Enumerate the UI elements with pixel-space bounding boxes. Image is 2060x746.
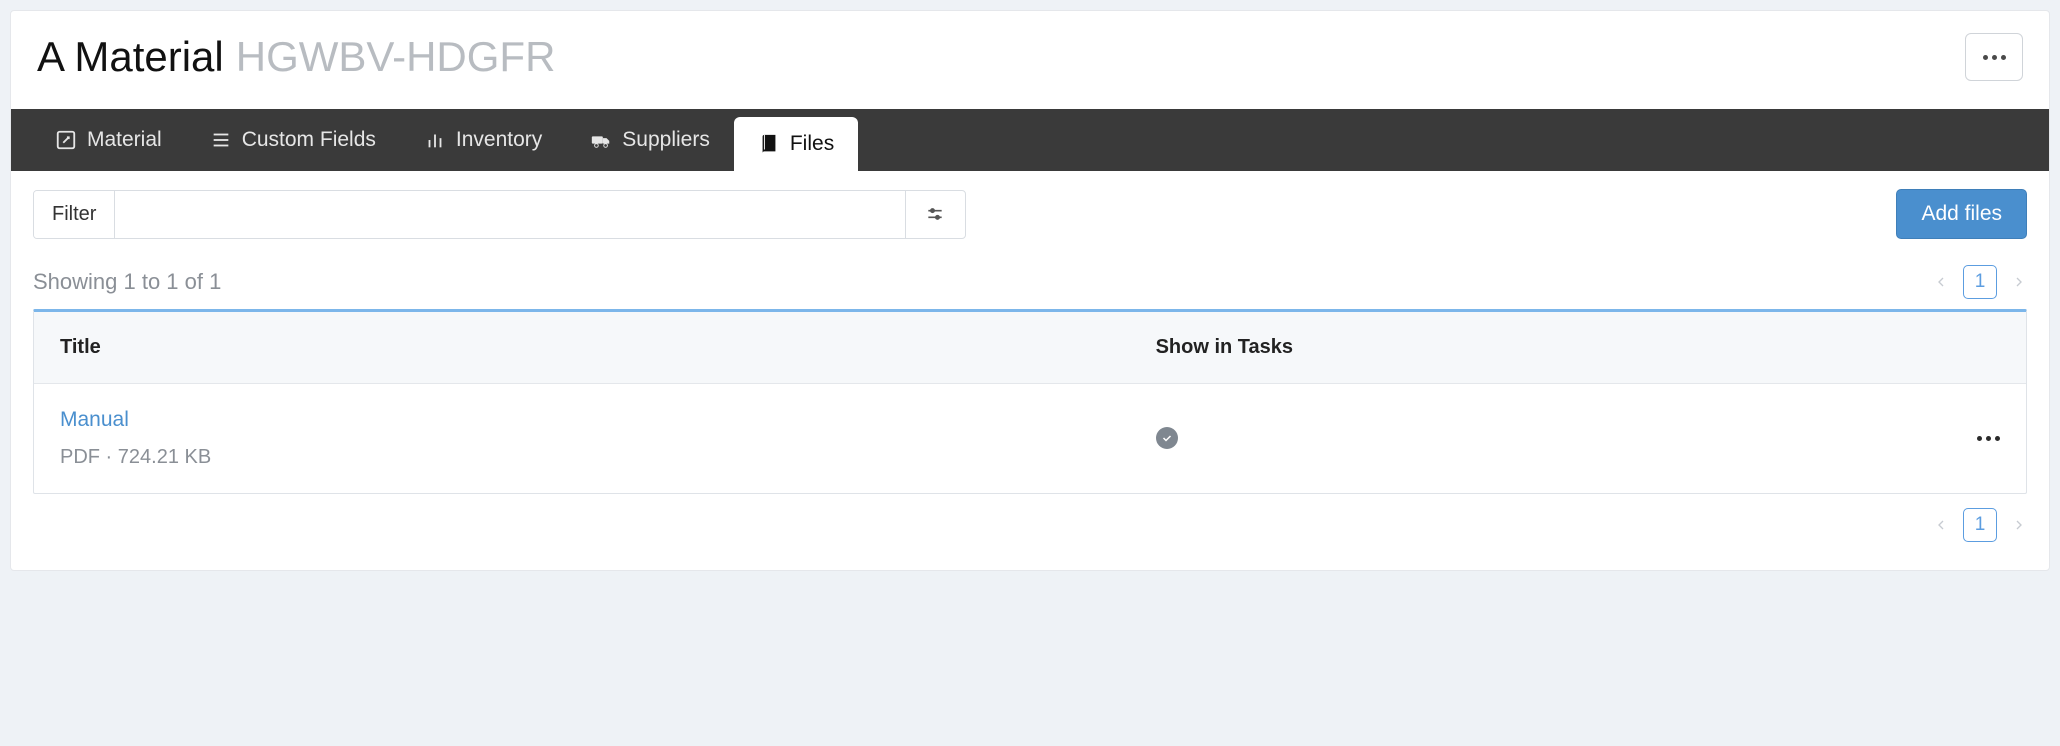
tab-bar: Material Custom Fields Inventory Supplie… xyxy=(11,109,2049,171)
page-next-bottom[interactable] xyxy=(2011,517,2027,533)
tab-files[interactable]: Files xyxy=(734,117,858,171)
files-table: Title Show in Tasks Manual PDF · 724.21 … xyxy=(33,309,2027,494)
chevron-right-icon xyxy=(2011,274,2027,290)
header-more-button[interactable] xyxy=(1965,33,2023,81)
title-code: HGWBV-HDGFR xyxy=(236,36,556,78)
list-icon xyxy=(210,129,232,151)
page-next[interactable] xyxy=(2011,274,2027,290)
page-header: A Material HGWBV-HDGFR xyxy=(11,11,2049,109)
tab-custom-fields[interactable]: Custom Fields xyxy=(186,109,400,171)
tab-label: Material xyxy=(87,128,162,152)
tab-material[interactable]: Material xyxy=(31,109,186,171)
ellipsis-icon xyxy=(1983,55,2006,60)
book-icon xyxy=(758,133,780,155)
file-meta: PDF · 724.21 KB xyxy=(60,446,1104,469)
truck-icon xyxy=(590,129,612,151)
page-number-bottom[interactable]: 1 xyxy=(1963,508,1997,542)
filter-options-button[interactable] xyxy=(905,191,965,238)
tab-label: Inventory xyxy=(456,128,542,152)
showing-text: Showing 1 to 1 of 1 xyxy=(33,269,221,295)
tab-label: Files xyxy=(790,132,834,156)
add-files-button[interactable]: Add files xyxy=(1896,189,2027,239)
edit-icon xyxy=(55,129,77,151)
sliders-icon xyxy=(925,204,945,224)
pagination-bottom: 1 xyxy=(1933,508,2027,542)
page-number[interactable]: 1 xyxy=(1963,265,1997,299)
tab-inventory[interactable]: Inventory xyxy=(400,109,566,171)
file-title-link[interactable]: Manual xyxy=(60,408,1104,432)
chevron-left-icon xyxy=(1933,517,1949,533)
page-prev-bottom[interactable] xyxy=(1933,517,1949,533)
column-show-in-tasks: Show in Tasks xyxy=(1130,312,1827,383)
check-circle-icon xyxy=(1156,427,1178,449)
tab-suppliers[interactable]: Suppliers xyxy=(566,109,734,171)
column-title: Title xyxy=(34,312,1130,383)
chevron-right-icon xyxy=(2011,517,2027,533)
row-actions-button[interactable] xyxy=(1977,436,2000,441)
chevron-left-icon xyxy=(1933,274,1949,290)
table-header: Title Show in Tasks xyxy=(34,312,2026,384)
filter-label: Filter xyxy=(34,191,115,238)
title-main: A Material xyxy=(37,36,224,78)
toolbar: Filter Add files xyxy=(33,189,2027,239)
tab-label: Suppliers xyxy=(622,128,710,152)
page-title: A Material HGWBV-HDGFR xyxy=(37,36,555,78)
filter-input[interactable] xyxy=(115,191,904,238)
table-row: Manual PDF · 724.21 KB xyxy=(34,384,2026,493)
pagination-top: 1 xyxy=(1933,265,2027,299)
bar-chart-icon xyxy=(424,129,446,151)
tab-label: Custom Fields xyxy=(242,128,376,152)
ellipsis-icon xyxy=(1977,436,2000,441)
page-prev[interactable] xyxy=(1933,274,1949,290)
filter-group: Filter xyxy=(33,190,966,239)
